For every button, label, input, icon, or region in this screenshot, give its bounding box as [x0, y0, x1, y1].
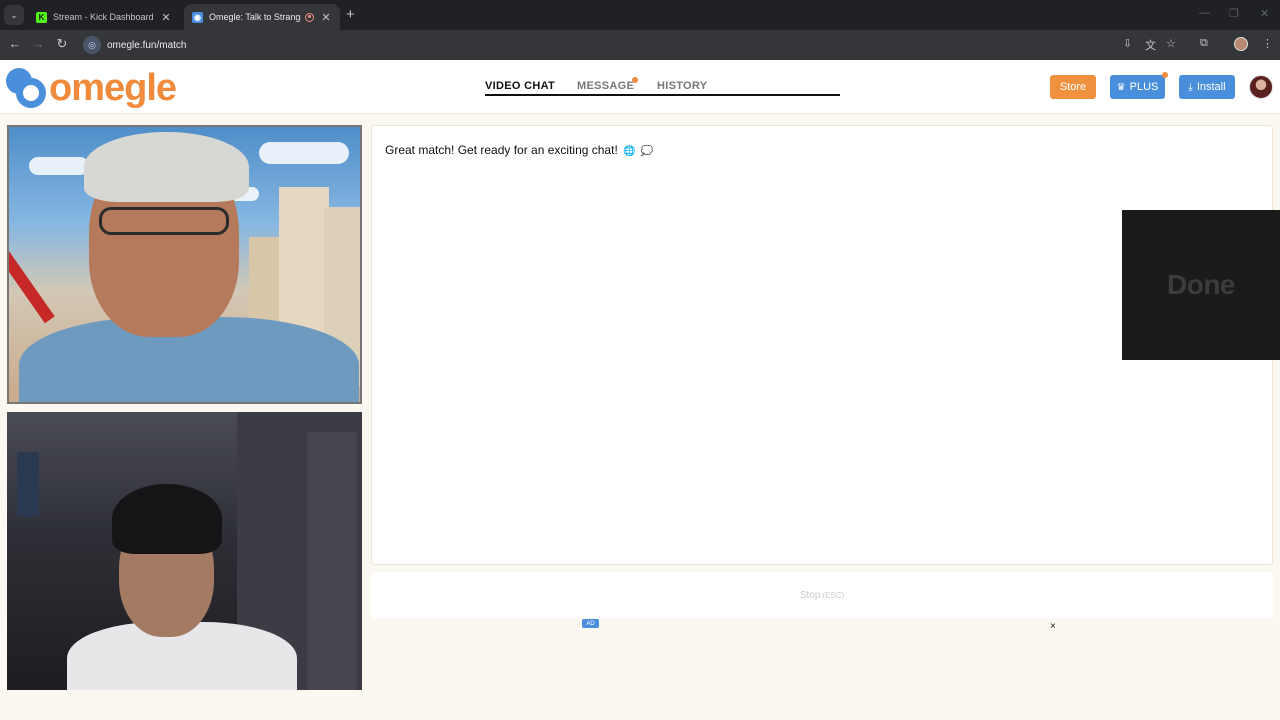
store-button-label: Store	[1059, 81, 1087, 93]
tab-close-icon[interactable]: ✕	[320, 11, 332, 24]
back-icon[interactable]: ←	[6, 36, 24, 51]
address-bar[interactable]: ◎ omegle.fun/match	[80, 33, 1110, 57]
tab-search-icon[interactable]: ⌄	[4, 5, 24, 25]
speech-bubble-icon: 💭	[640, 146, 654, 157]
install-button-label: Install	[1196, 81, 1226, 93]
browser-profile-avatar[interactable]	[1234, 37, 1248, 51]
kick-icon: K	[36, 11, 47, 23]
user-avatar[interactable]	[1249, 75, 1273, 99]
tab-close-icon[interactable]: ✕	[160, 11, 172, 24]
plus-button-label: PLUS	[1129, 81, 1159, 93]
bookmark-star-icon[interactable]: ☆	[1166, 37, 1176, 50]
browser-toolbar: ← → ↻ ◎ omegle.fun/match ⇩ 文 ☆ ⧉ ⋮	[0, 30, 1280, 60]
site-info-icon[interactable]: ◎	[83, 36, 101, 54]
download-icon: ⤓	[1188, 81, 1193, 93]
ad-badge: AD	[582, 619, 599, 628]
stranger-video	[7, 125, 362, 404]
stop-button[interactable]: Stop (ESC)	[371, 572, 1273, 618]
tab-title: Omegle: Talk to Strangers o	[209, 12, 301, 22]
system-message-text: Great match! Get ready for an exciting c…	[385, 143, 618, 157]
logo-text: omegle	[49, 67, 177, 109]
site-header: omegle VIDEO CHAT MESSAGE HISTORY Store …	[0, 60, 1280, 114]
forward-icon[interactable]: →	[29, 36, 47, 51]
nav-history[interactable]: HISTORY	[657, 80, 707, 92]
browser-tab-kick[interactable]: K Stream - Kick Dashboard ✕	[28, 4, 180, 30]
browser-tab-omegle[interactable]: ◉ Omegle: Talk to Strangers o ✕	[184, 4, 340, 30]
plus-notification-dot	[1162, 72, 1168, 78]
done-overlay[interactable]: Done	[1122, 210, 1280, 360]
omegle-logo[interactable]: omegle	[6, 67, 177, 109]
crown-icon: ♛	[1116, 81, 1126, 93]
self-video	[7, 412, 362, 690]
install-app-icon[interactable]: ⇩	[1123, 37, 1132, 50]
message-notification-dot	[632, 77, 638, 83]
glasses	[99, 207, 229, 235]
extensions-icon[interactable]: ⧉	[1200, 37, 1208, 50]
reload-icon[interactable]: ↻	[53, 36, 71, 52]
omegle-icon: ◉	[192, 11, 203, 23]
new-tab-icon[interactable]: +	[346, 6, 355, 23]
restore-icon[interactable]: ❐	[1229, 7, 1239, 20]
stop-shortcut: (ESC)	[822, 590, 845, 600]
system-message: Great match! Get ready for an exciting c…	[385, 143, 653, 157]
globe-icon: 🌐	[623, 146, 636, 157]
browser-menu-icon[interactable]: ⋮	[1262, 37, 1273, 50]
ad-close-icon[interactable]: ×	[1050, 621, 1056, 632]
stop-button-label: Stop	[799, 589, 821, 601]
plus-button[interactable]: ♛ PLUS	[1110, 75, 1165, 99]
store-button[interactable]: Store	[1050, 75, 1096, 99]
translate-icon[interactable]: 文	[1145, 37, 1156, 53]
omegle-logo-icon	[6, 68, 46, 108]
url-text[interactable]: omegle.fun/match	[107, 40, 187, 51]
install-button[interactable]: ⤓ Install	[1179, 75, 1235, 99]
nav-message[interactable]: MESSAGE	[577, 80, 634, 92]
recording-icon	[305, 12, 314, 22]
done-label: Done	[1167, 269, 1236, 300]
window-close-icon[interactable]: ✕	[1260, 7, 1269, 20]
minimize-icon[interactable]: —	[1199, 7, 1210, 19]
browser-tabstrip: ⌄ K Stream - Kick Dashboard ✕ ◉ Omegle: …	[0, 0, 1280, 30]
tab-title: Stream - Kick Dashboard	[53, 12, 154, 22]
